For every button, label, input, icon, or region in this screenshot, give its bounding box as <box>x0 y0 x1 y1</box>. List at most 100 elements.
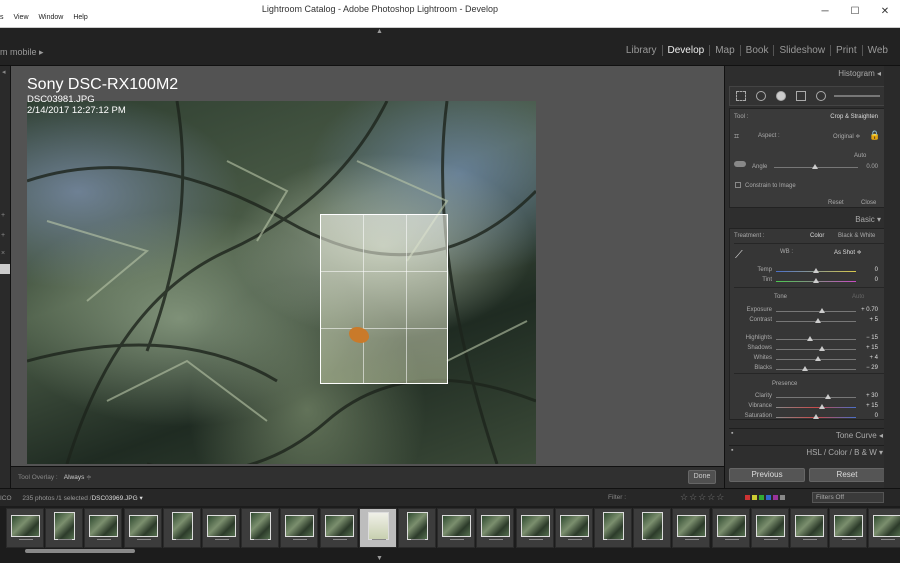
slider-value-clarity[interactable]: + 30 <box>866 393 878 399</box>
slider-value-tint[interactable]: 0 <box>875 277 878 283</box>
right-panel-scrollbar[interactable] <box>884 66 900 488</box>
histogram-header[interactable]: Histogram ◂ <box>729 69 889 83</box>
filmstrip-thumbnail[interactable] <box>750 508 789 548</box>
crop-frame-icon[interactable]: ⌗ <box>734 131 739 142</box>
slider-knob-highlights[interactable] <box>807 336 814 341</box>
slider-value-saturation[interactable]: 0 <box>875 413 878 419</box>
slider-value-shadows[interactable]: + 15 <box>866 345 878 351</box>
slider-knob-tint[interactable] <box>813 278 819 283</box>
top-panel-toggle-icon[interactable]: ▲ <box>376 28 383 35</box>
identity-plate[interactable]: m mobile ▸ <box>0 47 44 58</box>
slider-track-exposure[interactable] <box>776 311 856 312</box>
red-eye-icon[interactable] <box>776 91 786 101</box>
color-label-swatch[interactable] <box>745 495 750 500</box>
slider-knob-whites[interactable] <box>814 356 821 361</box>
slider-track-highlights[interactable] <box>776 339 856 340</box>
slider-knob-exposure[interactable] <box>818 308 825 313</box>
color-label-swatch[interactable] <box>773 495 778 500</box>
close-icon[interactable]: × <box>1 250 5 257</box>
hsl-header[interactable]: ▪ HSL / Color / B & W ▾ <box>729 445 885 459</box>
filter-preset-select[interactable]: Filters Off <box>812 492 884 503</box>
filmstrip-thumbnail[interactable] <box>162 508 201 548</box>
angle-value[interactable]: 0.00 <box>866 164 878 170</box>
crop-tool-icon[interactable] <box>736 91 746 101</box>
color-label-swatch[interactable] <box>752 495 757 500</box>
panel-switch-icon[interactable]: ▪ <box>731 447 733 454</box>
close-icon[interactable]: ✕ <box>870 0 900 22</box>
color-label-swatch[interactable] <box>759 495 764 500</box>
adjustment-brush-icon[interactable] <box>834 95 880 97</box>
slider-track-blacks[interactable] <box>776 369 856 370</box>
slider-knob-blacks[interactable] <box>801 366 808 371</box>
filmstrip-thumbnail[interactable] <box>84 508 123 548</box>
graduated-filter-icon[interactable] <box>796 91 806 101</box>
filmstrip-thumbnail[interactable] <box>829 508 868 548</box>
aspect-select[interactable]: Original ≑ <box>833 133 860 140</box>
filmstrip-thumbnail[interactable] <box>476 508 515 548</box>
filmstrip-thumbnail[interactable] <box>633 508 672 548</box>
slider-value-contrast[interactable]: + 5 <box>869 317 878 323</box>
photo-preview[interactable] <box>27 101 536 464</box>
menu-item-help[interactable]: Help <box>73 14 87 21</box>
slider-value-vibrance[interactable]: + 15 <box>866 403 878 409</box>
eyedropper-icon[interactable]: ⟋ <box>735 249 743 262</box>
constrain-checkbox[interactable] <box>735 182 741 188</box>
spot-removal-icon[interactable] <box>756 91 766 101</box>
bottom-panel-toggle-icon[interactable]: ▼ <box>376 555 383 562</box>
filmstrip-thumbnail[interactable] <box>554 508 593 548</box>
treatment-bw[interactable]: Black & White <box>838 233 875 239</box>
filmstrip-thumbnail[interactable] <box>672 508 711 548</box>
filmstrip-thumbnail[interactable] <box>790 508 828 548</box>
add-icon[interactable]: + <box>1 232 5 239</box>
module-book[interactable]: Book <box>739 45 774 56</box>
slider-knob-contrast[interactable] <box>814 318 821 323</box>
crop-overlay[interactable] <box>320 214 448 384</box>
filmstrip-thumbnail[interactable] <box>202 508 240 548</box>
slider-knob-vibrance[interactable] <box>818 404 825 409</box>
color-label-swatch[interactable] <box>766 495 771 500</box>
tone-curve-header[interactable]: ▪ Tone Curve ◂ <box>729 428 885 442</box>
angle-auto-button[interactable]: Auto <box>854 153 866 159</box>
reset-button[interactable]: Reset <box>809 468 885 482</box>
maximize-icon[interactable]: ☐ <box>840 0 870 22</box>
wb-select[interactable]: As Shot ≑ <box>834 249 862 256</box>
radial-filter-icon[interactable] <box>816 91 826 101</box>
slider-track-vibrance[interactable] <box>776 407 856 408</box>
add-icon[interactable]: + <box>1 212 5 219</box>
tool-overlay-value[interactable]: Always <box>64 474 85 481</box>
straighten-tool-icon[interactable] <box>734 161 746 167</box>
filmstrip-thumbnail[interactable] <box>6 508 44 548</box>
filmstrip-thumbnail[interactable] <box>241 508 280 548</box>
filmstrip-scrollbar[interactable] <box>25 549 135 553</box>
module-map[interactable]: Map <box>709 45 739 56</box>
lock-icon[interactable]: 🔒 <box>869 130 880 141</box>
left-panel-strip[interactable]: ◂ + + × <box>0 66 11 488</box>
module-print[interactable]: Print <box>830 45 862 56</box>
filmstrip-thumbnail[interactable] <box>711 508 750 548</box>
slider-track-shadows[interactable] <box>776 349 856 350</box>
selected-file-menu[interactable]: DSC03969.JPG ▾ <box>91 495 142 502</box>
treatment-color[interactable]: Color <box>810 233 824 239</box>
slider-value-blacks[interactable]: − 29 <box>866 365 878 371</box>
menu-item-window[interactable]: Window <box>38 14 63 21</box>
filmstrip-thumbnail[interactable] <box>358 508 397 548</box>
menu-item-view[interactable]: View <box>13 14 28 21</box>
panel-switch-icon[interactable]: ▪ <box>731 430 733 437</box>
filmstrip-thumbnail[interactable] <box>515 508 554 548</box>
filmstrip-thumbnail[interactable] <box>45 508 84 548</box>
tone-auto-button[interactable]: Auto <box>852 294 864 300</box>
basic-header[interactable]: Basic ▾ <box>729 215 889 229</box>
filmstrip-thumbnail[interactable] <box>398 508 436 548</box>
color-label-filter[interactable] <box>745 495 785 500</box>
module-web[interactable]: Web <box>861 45 893 56</box>
done-button[interactable]: Done <box>688 470 716 484</box>
angle-slider-knob[interactable] <box>812 164 818 169</box>
filmstrip-thumbnail[interactable] <box>437 508 476 548</box>
filmstrip-thumbnail[interactable] <box>594 508 632 548</box>
slider-value-highlights[interactable]: − 15 <box>866 335 878 341</box>
filmstrip-thumbnail[interactable] <box>868 508 900 548</box>
crop-reset-button[interactable]: Reset <box>828 200 844 206</box>
previous-button[interactable]: Previous <box>729 468 805 482</box>
slider-knob-saturation[interactable] <box>813 414 819 419</box>
slider-knob-shadows[interactable] <box>818 346 825 351</box>
